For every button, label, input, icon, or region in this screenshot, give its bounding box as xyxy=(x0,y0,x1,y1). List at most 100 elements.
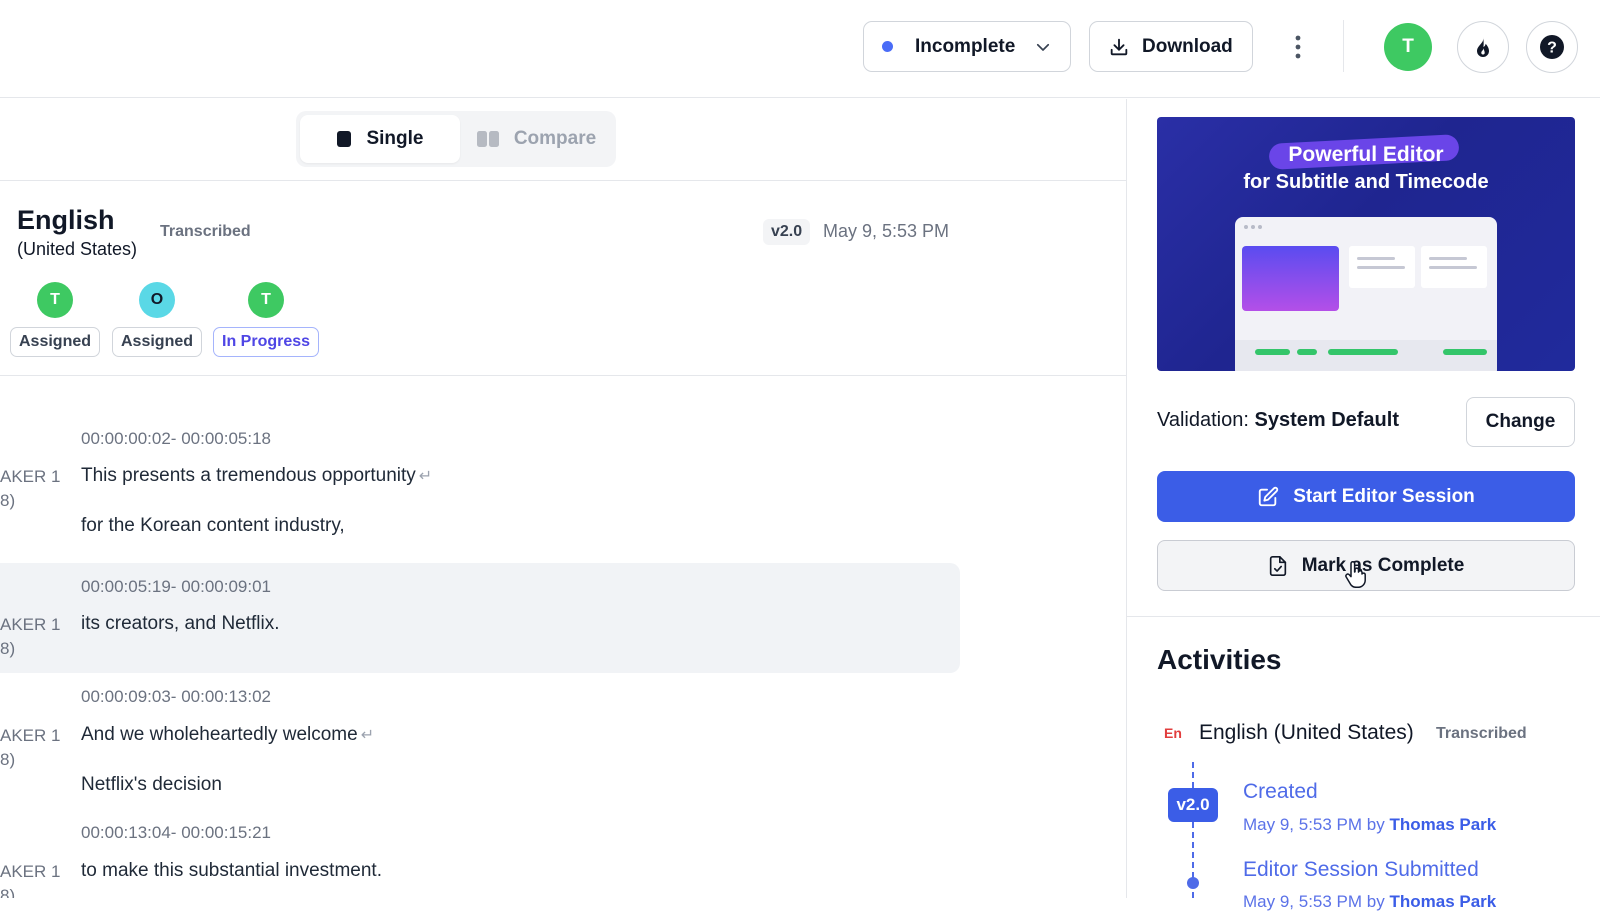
assignee[interactable]: T In Progress xyxy=(213,282,320,357)
divider xyxy=(0,180,1126,181)
validation-label: Validation: xyxy=(1157,409,1249,431)
line-break-icon: ↵ xyxy=(360,727,375,744)
assignee-avatar: T xyxy=(248,282,285,318)
tab-single-label: Single xyxy=(366,128,424,149)
speaker-name: AKER 1 xyxy=(0,862,61,881)
tab-single[interactable]: Single xyxy=(300,115,460,163)
assignee-status: Assigned xyxy=(112,327,203,357)
single-view-icon xyxy=(337,131,352,147)
view-toggle: Single Compare xyxy=(296,111,616,167)
transcript-panel: Single Compare English (United States) T… xyxy=(0,99,1126,898)
speaker-detail: 8) xyxy=(0,886,16,898)
more-vertical-icon xyxy=(1295,35,1301,59)
edit-icon xyxy=(1259,486,1279,506)
timeline-version-badge: v2.0 xyxy=(1168,788,1218,822)
subtitle-line[interactable]: And we wholeheartedly welcome ↵ xyxy=(81,724,374,746)
assignee-avatar: T xyxy=(37,282,73,318)
editor-promo-banner[interactable]: Powerful Editor for Subtitle and Timecod… xyxy=(1157,117,1575,371)
hand-cursor-icon xyxy=(1345,560,1366,588)
more-options-button[interactable] xyxy=(1283,28,1313,66)
mark-as-complete-label: Mark as Complete xyxy=(1301,554,1465,576)
divider xyxy=(1127,616,1600,617)
subtitle-line[interactable]: to make this substantial investment. xyxy=(81,860,382,882)
activity-language: English (United States) xyxy=(1199,721,1414,744)
download-icon xyxy=(1110,38,1128,55)
divider xyxy=(0,375,1126,376)
flame-icon xyxy=(1477,37,1489,57)
subtitle-segment[interactable]: 00:00:05:19- 00:00:09:01 AKER 1 8) its c… xyxy=(0,563,960,673)
assignee-status: In Progress xyxy=(213,327,320,357)
assignee-avatar: O xyxy=(139,282,175,318)
download-button[interactable]: Download xyxy=(1089,21,1253,72)
assignee[interactable]: T Assigned xyxy=(10,282,101,357)
speaker-name: AKER 1 xyxy=(0,726,61,745)
activity-event-user[interactable]: Thomas Park xyxy=(1389,815,1496,834)
speaker-detail: 8) xyxy=(0,491,16,510)
subtitle-line[interactable]: for the Korean content industry, xyxy=(81,515,345,537)
toolbar-divider xyxy=(1343,20,1344,72)
subtitle-line[interactable]: Netflix's decision xyxy=(81,774,222,796)
timeline-dot xyxy=(1187,877,1199,889)
validation-setting: Validation: System Default xyxy=(1157,409,1399,432)
chevron-down-icon xyxy=(1036,43,1050,51)
tab-compare-label: Compare xyxy=(513,128,597,149)
panel-divider xyxy=(1126,99,1127,898)
promo-title: Powerful Editor xyxy=(1288,143,1444,166)
language-region: (United States) xyxy=(17,239,138,259)
speaker-label: AKER 1 8) xyxy=(0,724,60,772)
subtitle-segment[interactable]: 00:00:13:04- 00:00:15:21 AKER 1 8) to ma… xyxy=(0,823,960,898)
compare-view-icon xyxy=(476,131,499,147)
language-title: English xyxy=(17,205,115,235)
speaker-label: AKER 1 8) xyxy=(0,860,60,898)
speaker-detail: 8) xyxy=(0,639,16,658)
activity-event-meta: May 9, 5:53 PM by Thomas Park xyxy=(1243,815,1496,835)
status-label: Incomplete xyxy=(915,35,1016,57)
version-date: May 9, 5:53 PM xyxy=(823,221,950,241)
assignee[interactable]: O Assigned xyxy=(112,282,203,357)
language-code-badge: En xyxy=(1164,725,1182,741)
activity-event-meta: May 9, 5:53 PM by Thomas Park xyxy=(1243,892,1496,912)
user-avatar[interactable]: T xyxy=(1384,23,1432,71)
editor-preview-illustration xyxy=(1235,217,1497,371)
segment-timecode: 00:00:05:19- 00:00:09:01 xyxy=(81,577,271,596)
speaker-name: AKER 1 xyxy=(0,467,61,486)
activity-event-title: Editor Session Submitted xyxy=(1243,858,1479,881)
subtitle-segment[interactable]: 00:00:09:03- 00:00:13:02 AKER 1 8) And w… xyxy=(0,683,960,813)
start-editor-session-label: Start Editor Session xyxy=(1293,485,1475,507)
activity-event-time: May 9, 5:53 PM by xyxy=(1243,815,1385,834)
activity-event-user[interactable]: Thomas Park xyxy=(1389,892,1496,911)
status-dot xyxy=(882,41,893,52)
subtitle-line[interactable]: This presents a tremendous opportunity ↵ xyxy=(81,465,432,487)
assignee-status: Assigned xyxy=(10,327,101,357)
segment-timecode: 00:00:00:02- 00:00:05:18 xyxy=(81,429,271,448)
subtitle-line[interactable]: its creators, and Netflix. xyxy=(81,613,280,635)
language-status: Transcribed xyxy=(160,223,251,240)
promo-subtitle: for Subtitle and Timecode xyxy=(1243,171,1489,193)
help-icon: ? xyxy=(1540,35,1564,59)
activity-event-title: Created xyxy=(1243,780,1318,803)
activity-language-status: Transcribed xyxy=(1436,725,1527,742)
subtitle-text: And we wholeheartedly welcome xyxy=(81,724,358,745)
streak-button[interactable] xyxy=(1457,21,1509,73)
version-badge: v2.0 xyxy=(763,219,811,245)
validation-value: System Default xyxy=(1254,409,1399,431)
speaker-name: AKER 1 xyxy=(0,615,61,634)
download-label: Download xyxy=(1142,35,1233,57)
subtitle-segment[interactable]: 00:00:00:02- 00:00:05:18 AKER 1 8) This … xyxy=(0,417,960,553)
activities-title: Activities xyxy=(1157,644,1282,675)
tab-compare[interactable]: Compare xyxy=(460,115,612,163)
svg-text:?: ? xyxy=(1547,40,1557,57)
speaker-label: AKER 1 8) xyxy=(0,465,60,513)
document-check-icon xyxy=(1269,555,1286,576)
start-editor-session-button[interactable]: Start Editor Session xyxy=(1157,471,1575,522)
activity-event-time: May 9, 5:53 PM by xyxy=(1243,892,1385,911)
segment-timecode: 00:00:09:03- 00:00:13:02 xyxy=(81,687,271,706)
segment-timecode: 00:00:13:04- 00:00:15:21 xyxy=(81,823,271,842)
status-dropdown[interactable]: Incomplete xyxy=(863,21,1071,72)
subtitle-text: This presents a tremendous opportunity xyxy=(81,465,416,486)
speaker-detail: 8) xyxy=(0,750,16,769)
speaker-label: AKER 1 8) xyxy=(0,613,60,661)
help-button[interactable]: ? xyxy=(1526,21,1578,73)
top-bar: Incomplete Download T ? xyxy=(0,0,1600,98)
change-validation-button[interactable]: Change xyxy=(1466,397,1575,447)
